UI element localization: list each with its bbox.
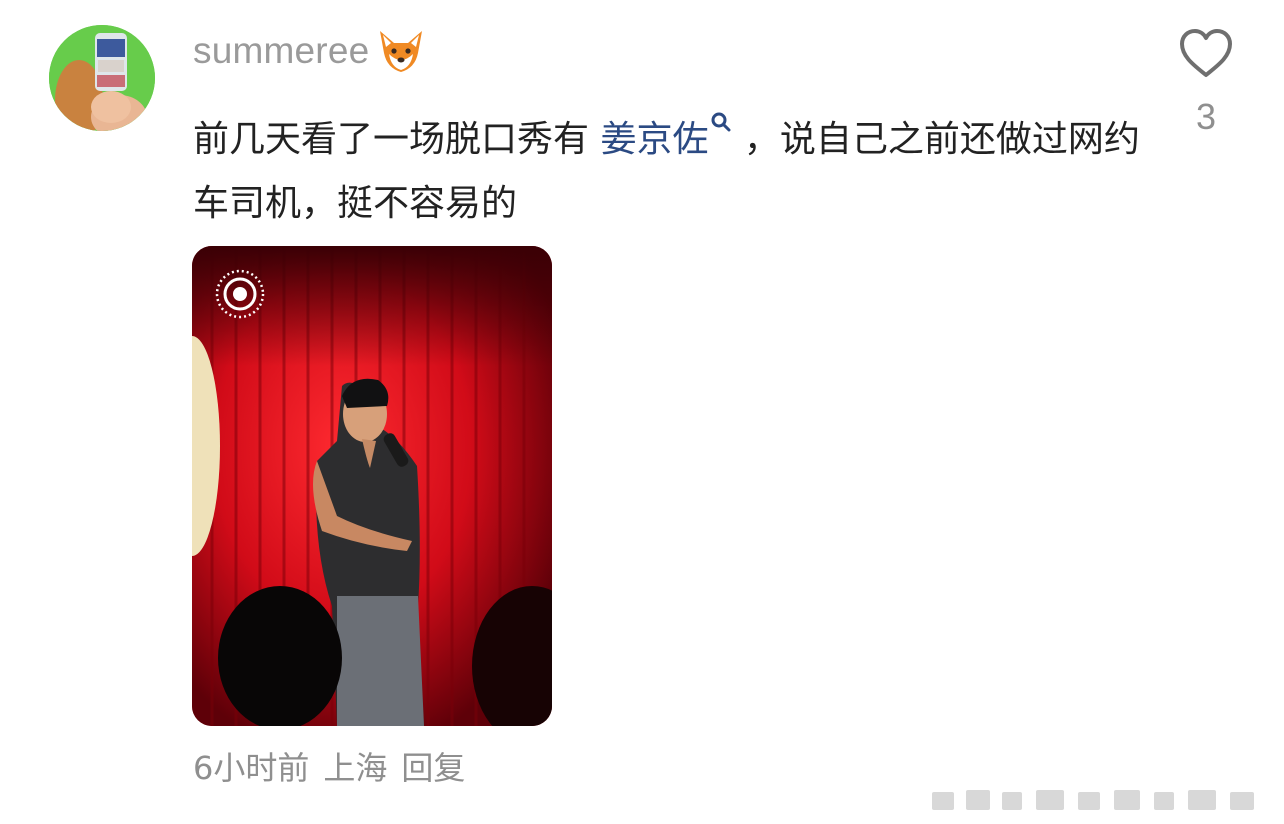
live-photo-icon[interactable] <box>214 268 266 320</box>
timestamp: 6小时前 <box>193 749 310 787</box>
search-icon <box>710 90 732 132</box>
watermark-strip <box>918 784 1278 814</box>
like-count: 3 <box>1195 96 1217 137</box>
heart-outline-icon <box>1180 29 1232 77</box>
like-group: 3 <box>1164 24 1248 138</box>
comment-text-part: 前几天看了一场脱口秀有 <box>193 119 601 160</box>
comment-text: 前几天看了一场脱口秀有 姜京佐 ，说自己之前还做过网约车司机，挺不容易的 <box>193 90 1153 236</box>
mention-link[interactable]: 姜京佐 <box>600 112 743 160</box>
comment-meta: 6小时前 上海 回复 <box>193 744 465 792</box>
location: 上海 <box>323 749 388 787</box>
avatar[interactable] <box>49 25 155 131</box>
reply-button[interactable]: 回复 <box>401 744 465 792</box>
fox-emoji-icon <box>375 25 427 77</box>
username-row: summeree <box>193 26 427 76</box>
username[interactable]: summeree <box>193 30 369 72</box>
mention-text: 姜京佐 <box>600 119 709 160</box>
avatar-image <box>49 25 155 131</box>
like-button[interactable] <box>1176 24 1236 84</box>
